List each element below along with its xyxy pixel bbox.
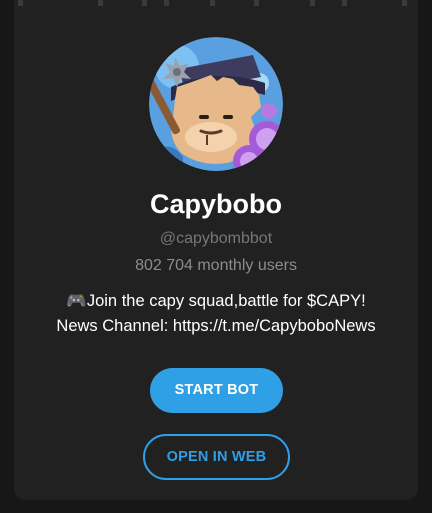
bot-username[interactable]: @capybombbot bbox=[14, 229, 418, 249]
description-link-line[interactable]: News Channel: https://t.me/CapyboboNews bbox=[14, 314, 418, 339]
open-in-web-button[interactable]: OPEN IN WEB bbox=[143, 434, 290, 480]
start-bot-button[interactable]: START BOT bbox=[150, 368, 283, 413]
bot-avatar bbox=[149, 37, 283, 171]
bot-name: Capybobo bbox=[150, 189, 282, 219]
description-line: 🎮Join the capy squad,battle for $CAPY! bbox=[66, 292, 366, 310]
bot-profile-card: Capybobo @capybombbot 802 704 monthly us… bbox=[14, 0, 418, 500]
bot-description: 🎮Join the capy squad,battle for $CAPY! N… bbox=[14, 289, 418, 339]
top-partial-strip bbox=[14, 0, 418, 10]
monthly-users-count: 802 704 monthly users bbox=[135, 257, 297, 274]
